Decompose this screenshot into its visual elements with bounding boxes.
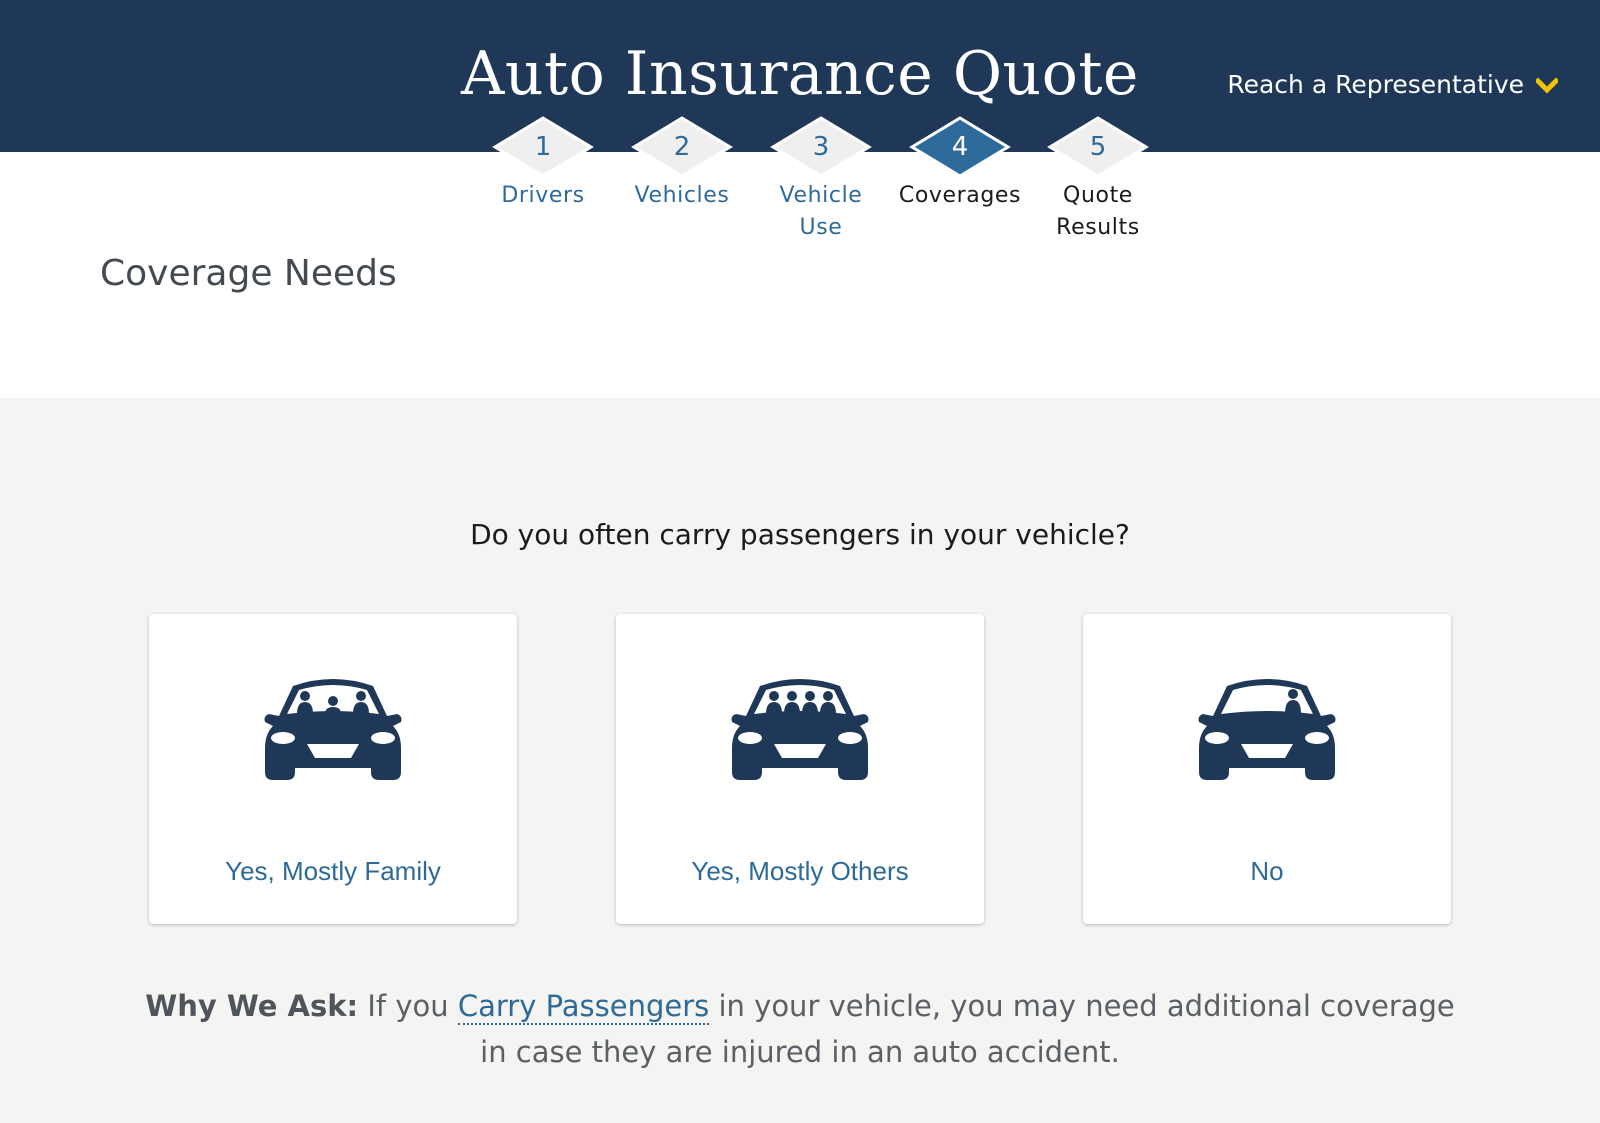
option-label: No xyxy=(1250,856,1284,886)
question-text: Do you often carry passengers in your ve… xyxy=(470,518,1130,551)
step-label: Coverages xyxy=(898,183,1022,208)
progress-stepper: 1 Drivers 2 Vehicles 3 Vehicle Use 4 Cov… xyxy=(0,116,1600,246)
option-yes-mostly-family[interactable]: Yes, Mostly Family xyxy=(149,614,517,924)
step-number: 5 xyxy=(1089,132,1107,162)
why-we-ask-lead: Why We Ask: xyxy=(145,989,359,1023)
chevron-down-icon xyxy=(1536,77,1558,94)
option-label: Yes, Mostly Others xyxy=(691,856,909,886)
car-family-passengers-icon xyxy=(264,679,402,780)
step-quote-results[interactable]: 5 Quote Results xyxy=(1028,116,1168,244)
step-number: 4 xyxy=(951,132,969,162)
step-number: 3 xyxy=(812,132,830,162)
step-label: Quote Results xyxy=(1056,183,1140,240)
step-label: Vehicles xyxy=(634,183,730,208)
step-number: 2 xyxy=(673,132,691,162)
option-label: Yes, Mostly Family xyxy=(225,856,441,886)
step-vehicle-use[interactable]: 3 Vehicle Use xyxy=(751,116,891,244)
car-other-passengers-icon xyxy=(731,679,869,780)
step-coverages[interactable]: 4 Coverages xyxy=(890,116,1030,212)
step-number: 1 xyxy=(534,132,552,162)
step-label: Drivers xyxy=(501,183,585,208)
option-yes-mostly-others[interactable]: Yes, Mostly Others xyxy=(616,614,984,924)
reach-representative-link[interactable]: Reach a Representative xyxy=(1227,68,1558,102)
why-we-ask-text-pre: If you xyxy=(358,989,458,1023)
step-drivers[interactable]: 1 Drivers xyxy=(473,116,613,212)
section-title: Coverage Needs xyxy=(100,253,397,294)
car-driver-only-icon xyxy=(1198,679,1336,780)
step-vehicles[interactable]: 2 Vehicles xyxy=(612,116,752,212)
step-label: Vehicle Use xyxy=(779,183,863,240)
why-we-ask-note: Why We Ask: If you Carry Passengers in y… xyxy=(130,983,1470,1075)
option-no[interactable]: No xyxy=(1083,614,1451,924)
reach-representative-label: Reach a Representative xyxy=(1227,70,1524,99)
carry-passengers-link[interactable]: Carry Passengers xyxy=(457,989,710,1025)
